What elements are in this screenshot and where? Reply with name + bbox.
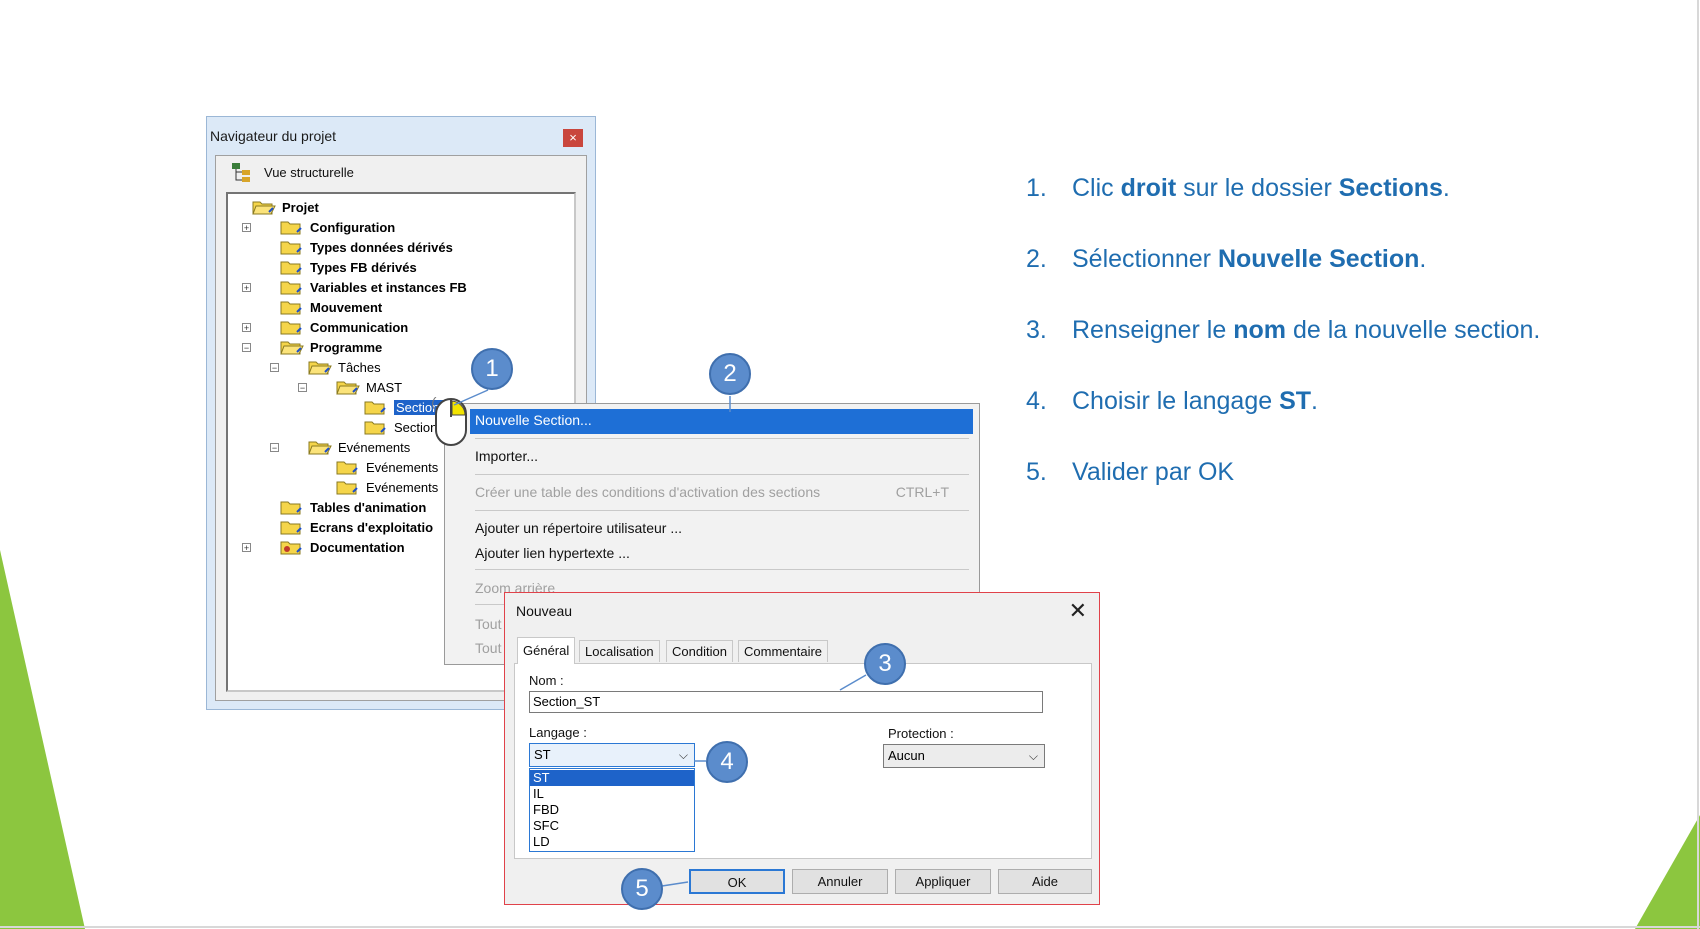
callout-4: 4 (706, 741, 748, 783)
callout-3: 3 (864, 643, 906, 685)
callout-5: 5 (621, 868, 663, 910)
callout-2: 2 (709, 353, 751, 395)
callout-1: 1 (471, 348, 513, 390)
callout-connectors (453, 389, 867, 887)
